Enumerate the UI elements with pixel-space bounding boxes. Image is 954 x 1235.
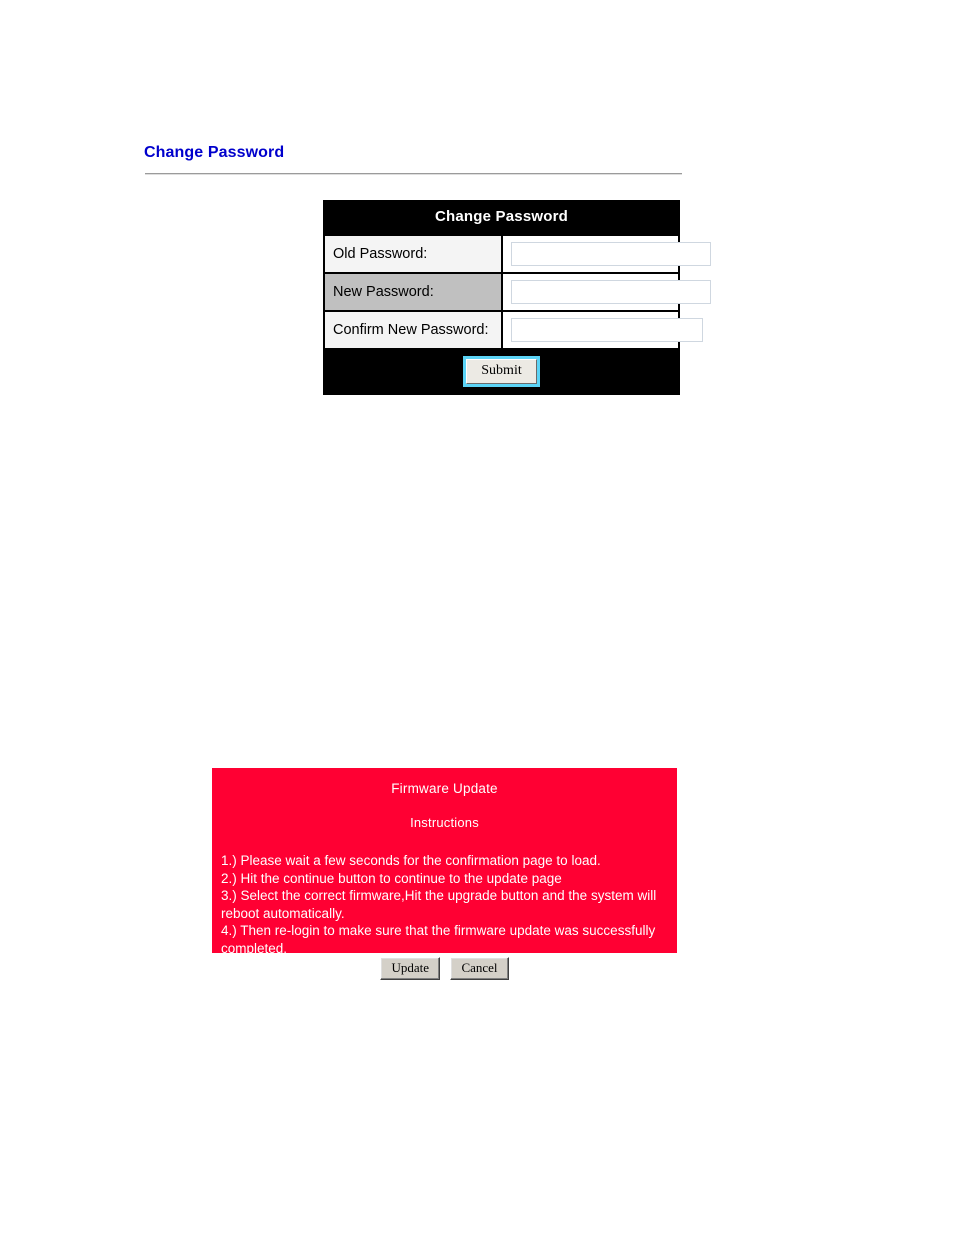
new-password-label: New Password:	[323, 272, 503, 312]
old-password-label: Old Password:	[323, 234, 503, 274]
firmware-update-panel: Firmware Update Instructions 1.) Please …	[212, 768, 677, 956]
list-item: 1.) Please wait a few seconds for the co…	[221, 853, 601, 868]
panel-header-row: Change Password	[324, 200, 679, 235]
list-item: 4.) Then re-login to make sure that the …	[221, 923, 656, 956]
change-password-panel: Change Password Old Password: New Passwo…	[323, 200, 711, 395]
confirm-password-input[interactable]	[510, 318, 703, 342]
firmware-instructions-subtitle: Instructions	[410, 815, 479, 830]
new-password-cell	[500, 272, 711, 312]
table-row-old-password: Old Password:	[323, 234, 711, 274]
table-row-confirm-password: Confirm New Password:	[323, 310, 703, 350]
confirm-password-label: Confirm New Password:	[323, 310, 503, 350]
cancel-button[interactable]: Cancel	[450, 957, 509, 980]
firmware-button-bar: Update Cancel	[212, 957, 677, 980]
panel-title: Change Password	[324, 200, 679, 235]
list-item: 3.) Select the correct firmware,Hit the …	[221, 888, 657, 921]
old-password-cell	[500, 234, 711, 274]
heading-divider	[145, 173, 682, 175]
submit-button[interactable]: Submit	[466, 359, 537, 384]
firmware-instruction-list: 1.) Please wait a few seconds for the co…	[212, 830, 677, 957]
new-password-input[interactable]	[510, 280, 711, 304]
firmware-update-title: Firmware Update	[391, 781, 498, 796]
table-row-new-password: New Password:	[323, 272, 711, 312]
submit-focus-ring: Submit	[463, 356, 540, 387]
old-password-input[interactable]	[510, 242, 711, 266]
confirm-password-cell	[500, 310, 703, 350]
change-password-table: Change Password Old Password: New Passwo…	[323, 200, 711, 395]
page-title: Change Password	[144, 144, 285, 161]
submit-row: Submit	[324, 349, 679, 395]
update-button[interactable]: Update	[380, 957, 440, 980]
list-item: 2.) Hit the continue button to continue …	[221, 870, 562, 886]
submit-cell: Submit	[324, 349, 679, 395]
